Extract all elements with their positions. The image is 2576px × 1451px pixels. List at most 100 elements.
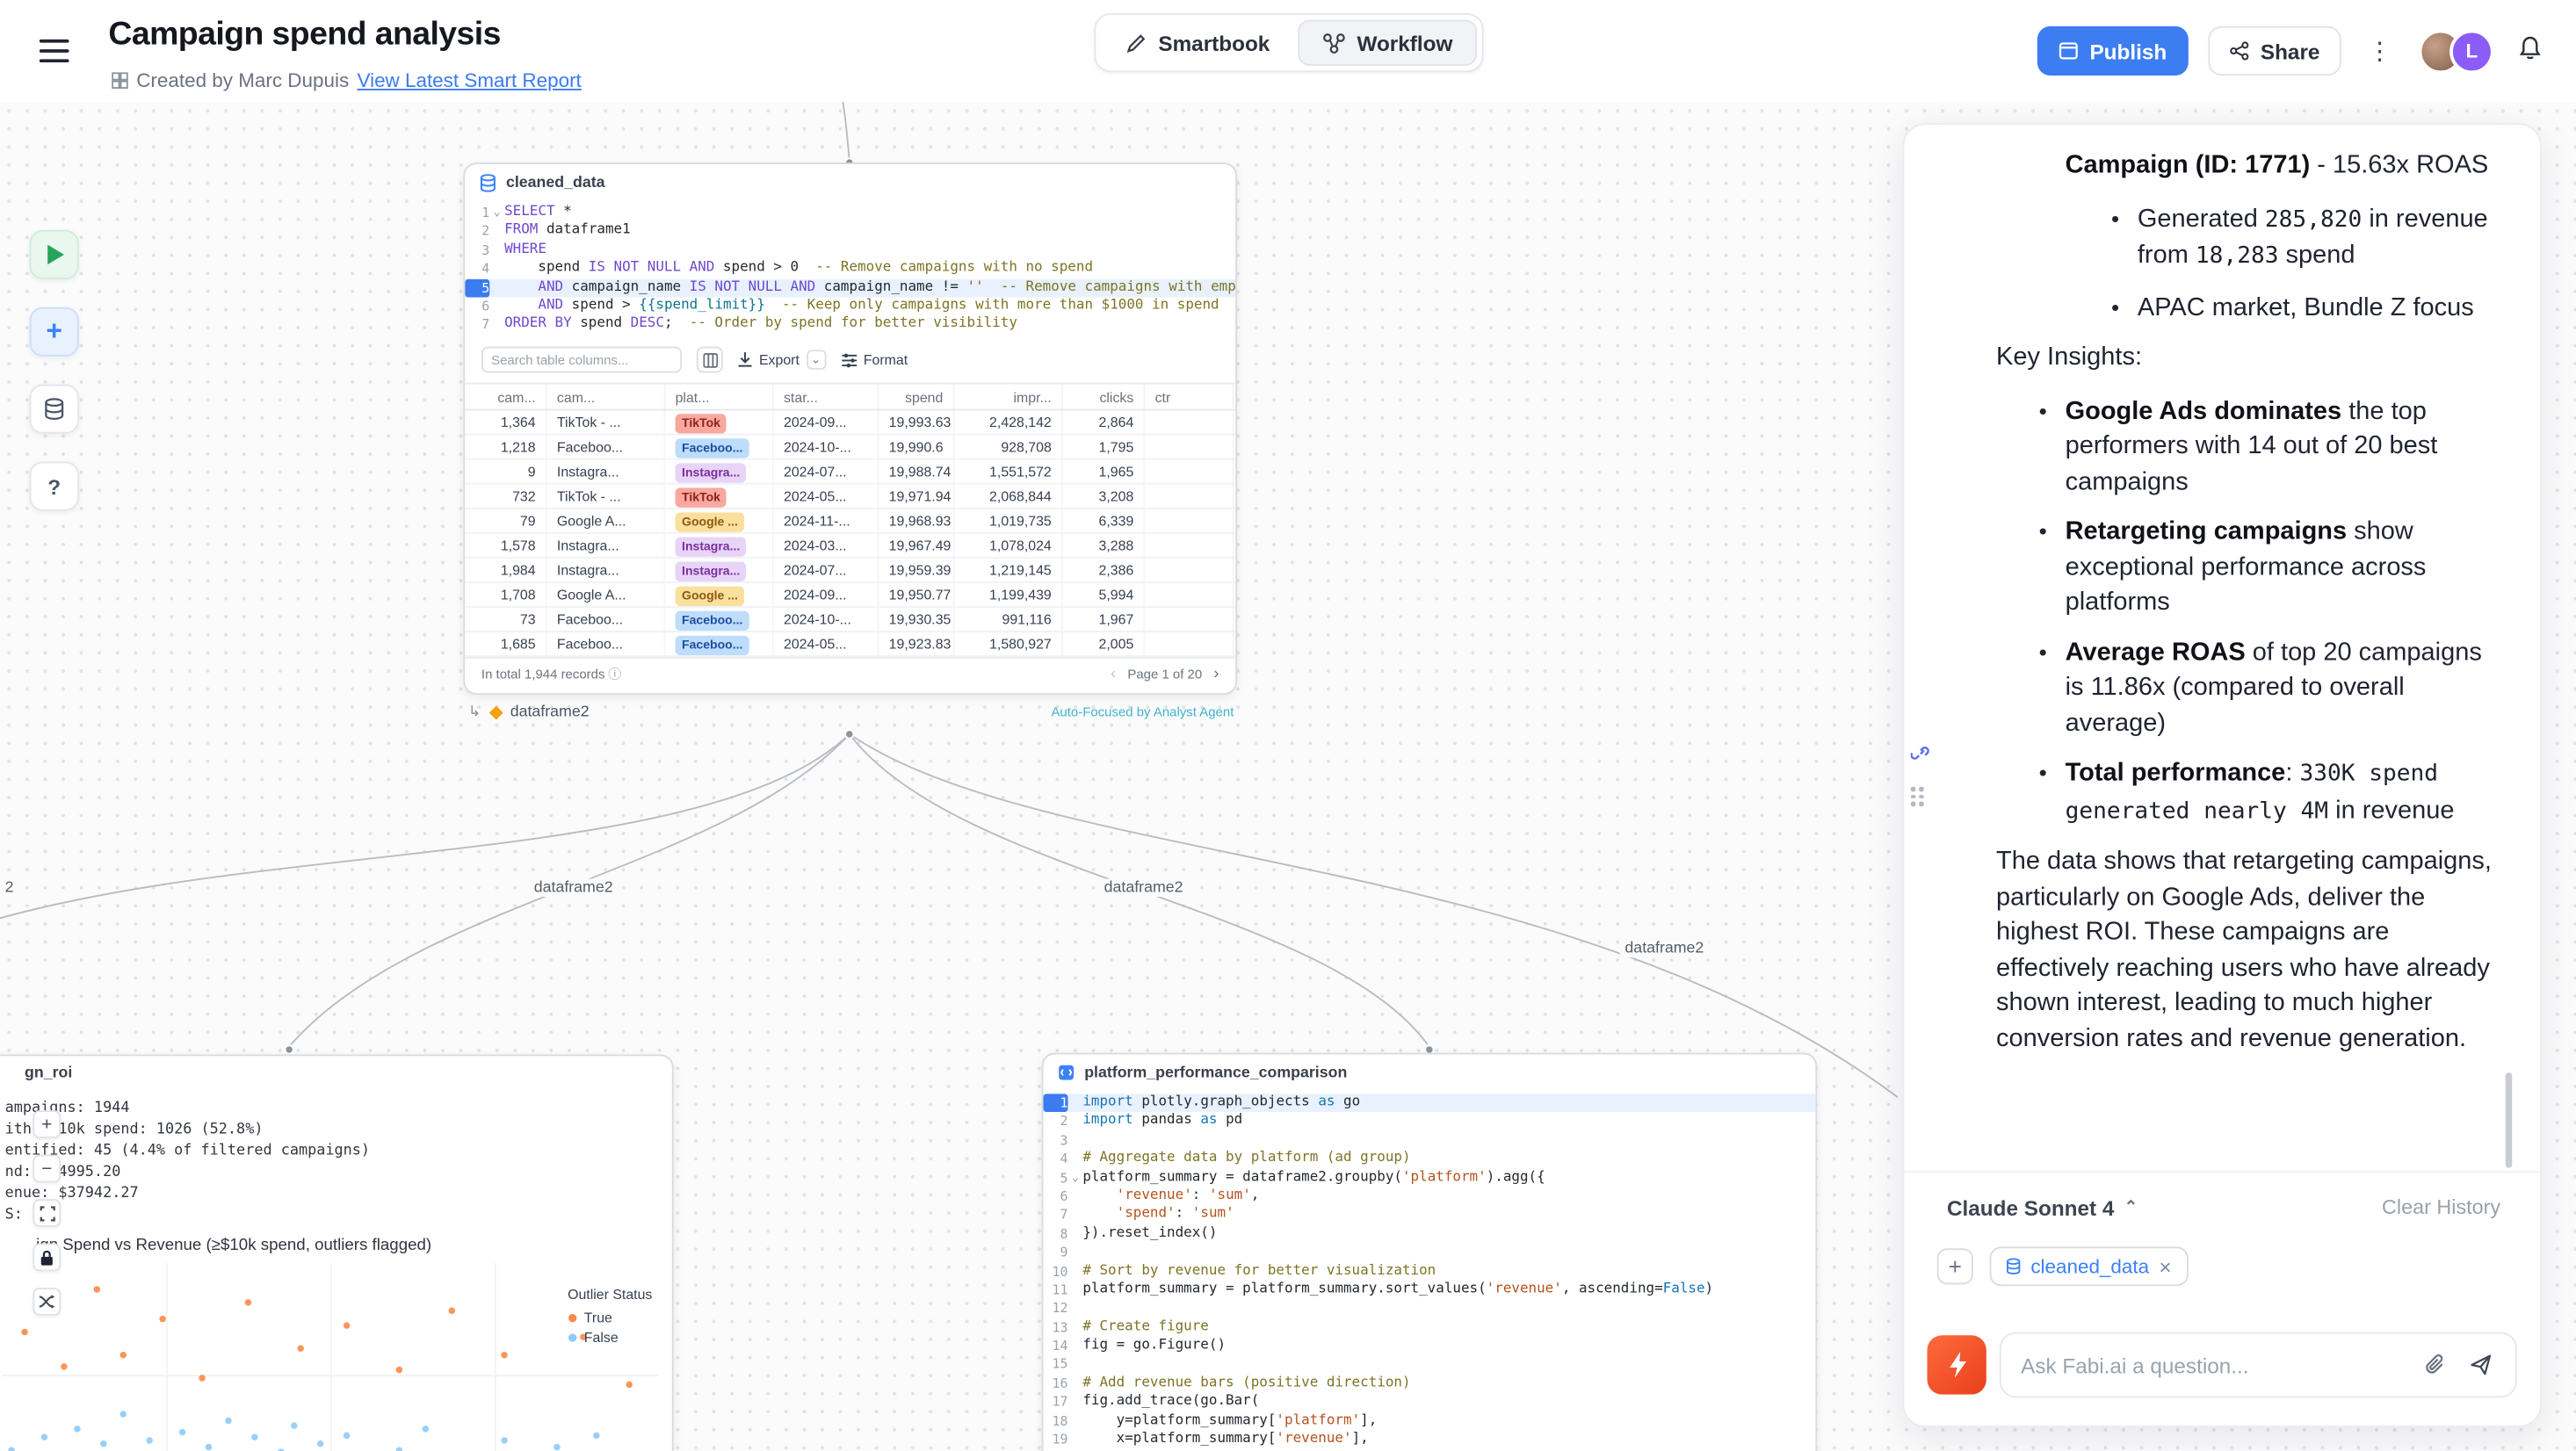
column-header[interactable]: cam... xyxy=(547,384,666,408)
code-token: pandas xyxy=(1133,1113,1201,1130)
table-row[interactable]: 732TikTok - ...TikTok2024-05...19,971.94… xyxy=(465,484,1235,509)
table-cell: 19,923.83 xyxy=(879,632,954,654)
column-header[interactable]: star... xyxy=(774,384,879,408)
table-cell: 2,005 xyxy=(1063,632,1146,654)
send-button[interactable] xyxy=(2466,1350,2496,1380)
table-cell: 19,950.77 xyxy=(879,582,954,605)
column-header[interactable]: impr... xyxy=(954,384,1062,408)
prev-page-button[interactable]: ‹ xyxy=(1111,666,1116,684)
fold-icon[interactable]: ⌄ xyxy=(1068,1169,1083,1188)
bullet-marker: • xyxy=(2039,514,2047,549)
edge-label: dataframe2 xyxy=(1620,940,1709,958)
output-variable-label[interactable]: dataframe2 xyxy=(510,703,590,721)
latest-report-link[interactable]: View Latest Smart Report xyxy=(358,69,582,92)
line-number: 7 xyxy=(1043,1206,1067,1224)
table-cell: 2024-07... xyxy=(774,558,879,581)
model-selector[interactable]: Claude Sonnet 4 ⌃ xyxy=(1947,1195,2138,1219)
add-node-button[interactable]: + xyxy=(30,307,79,357)
zoom-in-button[interactable]: + xyxy=(33,1110,61,1138)
attach-button[interactable] xyxy=(2421,1350,2449,1380)
scatter-point xyxy=(74,1426,80,1432)
node-campaign-roi[interactable]: gn_roi ampaigns: 1944 ith ≥$10k spend: 1… xyxy=(0,1055,674,1451)
table-cell: 5,994 xyxy=(1063,582,1146,605)
table-header-row: cam...cam...plat...star...spendimpr...cl… xyxy=(465,384,1235,410)
help-button[interactable]: ? xyxy=(30,461,79,510)
zoom-out-button[interactable]: − xyxy=(33,1155,61,1183)
fold-icon xyxy=(1068,1150,1083,1168)
column-header[interactable]: cam... xyxy=(465,384,547,408)
more-options-button[interactable]: ⋮ xyxy=(2361,32,2399,69)
table-row[interactable]: 1,578Instagra...Instagra...2024-03...19,… xyxy=(465,533,1235,558)
data-sources-button[interactable] xyxy=(30,385,79,434)
next-page-button[interactable]: › xyxy=(1213,666,1219,684)
legend-item[interactable]: False xyxy=(568,1327,652,1346)
tab-workflow[interactable]: Workflow xyxy=(1298,19,1477,65)
left-toolbar: + ? xyxy=(30,230,79,511)
table-row[interactable]: 73Faceboo...Faceboo...2024-10-...19,930.… xyxy=(465,607,1235,632)
chat-input[interactable] xyxy=(2021,1353,2406,1377)
code-token: as xyxy=(1200,1113,1217,1130)
notifications-button[interactable] xyxy=(2514,32,2546,71)
table-row[interactable]: 1,364TikTok - ...TikTok2024-09...19,993.… xyxy=(465,410,1235,435)
shuffle-button[interactable] xyxy=(33,1288,61,1316)
code-text: spend IS NOT NULL AND spend > 0 -- Remov… xyxy=(504,260,1235,278)
export-caret[interactable]: ⌄ xyxy=(806,350,825,370)
code-line: 15 xyxy=(1043,1356,1815,1375)
run-workflow-button[interactable] xyxy=(30,230,79,279)
menu-button[interactable] xyxy=(40,40,69,62)
table-row[interactable]: 9Instagra...Instagra...2024-07...19,988.… xyxy=(465,459,1235,484)
column-header[interactable]: spend xyxy=(879,384,954,408)
code-token: 'sum' xyxy=(1209,1188,1251,1204)
search-input[interactable] xyxy=(481,347,682,373)
column-header[interactable]: clicks xyxy=(1063,384,1146,408)
node-cleaned-data[interactable]: cleaned_data 1⌄SELECT *2FROM dataframe13… xyxy=(463,162,1237,695)
columns-toggle-button[interactable] xyxy=(697,347,723,373)
scatter-point xyxy=(245,1298,251,1304)
tab-smartbook[interactable]: Smartbook xyxy=(1101,19,1294,65)
table-row[interactable]: 79Google A...Google ...2024-11-...19,968… xyxy=(465,509,1235,533)
code-line: 16# Add revenue bars (positive direction… xyxy=(1043,1375,1815,1393)
add-context-button[interactable]: + xyxy=(1937,1248,1973,1284)
table-cell: Faceboo... xyxy=(547,632,666,654)
node-platform-performance[interactable]: platform_performance_comparison 1import … xyxy=(1042,1053,1818,1451)
remove-context-icon[interactable]: × xyxy=(2159,1254,2171,1279)
fit-view-button[interactable] xyxy=(33,1199,61,1227)
line-number: 7 xyxy=(465,316,489,335)
column-header[interactable]: ctr xyxy=(1145,384,1234,408)
fold-icon[interactable]: ⌄ xyxy=(489,204,504,222)
bullet-marker: • xyxy=(2039,635,2047,670)
code-text: AND spend > {{spend_limit}} -- Keep only… xyxy=(504,297,1235,315)
code-text: import pandas as pd xyxy=(1082,1113,1815,1131)
table-row[interactable]: 1,708Google A...Google ...2024-09...19,9… xyxy=(465,582,1235,607)
line-number: 5 xyxy=(1043,1169,1067,1188)
python-editor[interactable]: 1import plotly.graph_objects as go2impor… xyxy=(1043,1091,1815,1451)
text-segment: in revenue xyxy=(2328,796,2454,824)
code-token: , ascending= xyxy=(1562,1281,1663,1297)
avatar[interactable]: L xyxy=(2449,29,2493,73)
scatter-point xyxy=(501,1438,507,1444)
share-button[interactable]: Share xyxy=(2208,26,2341,76)
text-segment: Average ROAS xyxy=(2066,638,2246,666)
format-label: Format xyxy=(864,352,908,369)
clear-history-button[interactable]: Clear History xyxy=(2382,1195,2500,1218)
sql-editor[interactable]: 1⌄SELECT *2FROM dataframe13WHERE4 spend … xyxy=(465,200,1235,338)
table-row[interactable]: 1,685Faceboo...Faceboo...2024-05...19,92… xyxy=(465,632,1235,656)
code-text: # Sort by revenue for better visualizati… xyxy=(1082,1262,1815,1281)
node-output-handle[interactable] xyxy=(844,729,854,739)
scatter-point xyxy=(501,1352,507,1358)
workflow-icon xyxy=(1322,32,1345,53)
context-chip[interactable]: cleaned_data × xyxy=(1990,1246,2189,1286)
node-input-handle[interactable] xyxy=(285,1044,294,1054)
export-button[interactable]: Export ⌄ xyxy=(738,350,826,370)
panel-scrollbar[interactable] xyxy=(2506,1072,2512,1167)
table-row[interactable]: 1,218Faceboo...Faceboo...2024-10-...19,9… xyxy=(465,435,1235,459)
table-row[interactable]: 1,984Instagra...Instagra...2024-07...19,… xyxy=(465,558,1235,582)
scatter-chart[interactable]: Outlier Status TrueFalse xyxy=(2,1263,659,1451)
publish-button[interactable]: Publish xyxy=(2037,26,2189,76)
column-header[interactable]: plat... xyxy=(665,384,773,408)
code-line: 5⌄platform_summary = dataframe2.groupby(… xyxy=(1043,1169,1815,1188)
format-button[interactable]: Format xyxy=(841,352,908,369)
legend-item[interactable]: True xyxy=(568,1308,652,1327)
line-number: 6 xyxy=(465,297,489,315)
lock-button[interactable] xyxy=(33,1244,61,1272)
